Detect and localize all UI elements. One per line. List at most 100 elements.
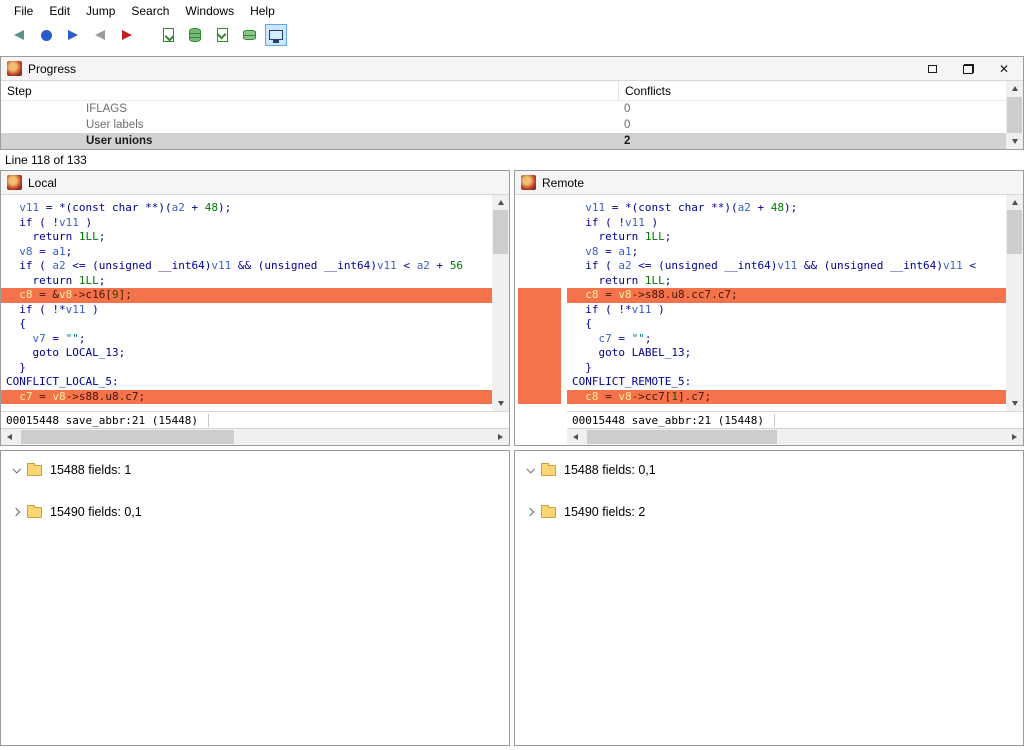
scroll-up-button[interactable] xyxy=(1006,195,1023,210)
code-line[interactable]: CONFLICT_REMOTE_5: xyxy=(567,375,1006,390)
menu-windows[interactable]: Windows xyxy=(177,1,242,21)
local-vertical-scrollbar[interactable] xyxy=(492,195,509,411)
close-button[interactable]: ✕ xyxy=(997,62,1011,76)
nav-back-icon xyxy=(14,30,24,40)
remote-fields-tree: 15488 fields: 0,1 15490 fields: 2 xyxy=(514,450,1024,746)
code-line[interactable]: v8 = a1; xyxy=(1,245,492,260)
remote-vertical-scrollbar[interactable] xyxy=(1006,195,1023,411)
scrollbar-thumb[interactable] xyxy=(587,430,777,444)
code-line[interactable]: c7 = ""; xyxy=(567,332,1006,347)
remote-code-view[interactable]: v11 = *(const char **)(a2 + 48); if ( !v… xyxy=(567,195,1006,411)
scrollbar-track[interactable] xyxy=(584,429,1006,445)
code-line[interactable]: { xyxy=(1,317,492,332)
scroll-right-button[interactable] xyxy=(492,429,509,445)
local-horizontal-scrollbar[interactable] xyxy=(1,428,509,445)
nav-current-icon xyxy=(41,30,52,41)
progress-row[interactable]: User labels0 xyxy=(1,117,1006,133)
conflict-line[interactable]: c8 = v8->s88.u8.cc7.c7; xyxy=(567,288,1006,303)
conflict-line[interactable]: c7 = v8->s88.u8.c7; xyxy=(1,390,492,405)
scroll-right-button[interactable] xyxy=(1006,429,1023,445)
code-line[interactable]: if ( !*v11 ) xyxy=(1,303,492,318)
code-line[interactable]: v8 = a1; xyxy=(567,245,1006,260)
scroll-left-button[interactable] xyxy=(1,429,18,445)
chevron-down-icon[interactable] xyxy=(526,465,534,473)
menu-search[interactable]: Search xyxy=(123,1,177,21)
maximize-icon xyxy=(928,65,937,73)
column-header-step[interactable]: Step xyxy=(1,84,618,98)
tree-item[interactable]: 15490 fields: 2 xyxy=(515,501,1023,523)
remote-horizontal-scrollbar[interactable] xyxy=(567,428,1023,445)
scrollbar-track[interactable] xyxy=(18,429,492,445)
code-line[interactable]: v11 = *(const char **)(a2 + 48); xyxy=(1,201,492,216)
history-forward-button[interactable] xyxy=(116,24,138,46)
database-pair-button[interactable] xyxy=(238,24,260,46)
column-header-conflicts[interactable]: Conflicts xyxy=(618,81,1006,100)
scroll-up-button[interactable] xyxy=(1006,81,1023,96)
menu-edit[interactable]: Edit xyxy=(41,1,78,21)
code-line[interactable]: goto LOCAL_13; xyxy=(1,346,492,361)
conflict-line[interactable]: c8 = v8->cc7[1].c7; xyxy=(567,390,1006,405)
doc-down-button[interactable] xyxy=(157,24,179,46)
scrollbar-track[interactable] xyxy=(1006,210,1023,396)
progress-row[interactable]: User unions2 xyxy=(1,133,1006,149)
scrollbar-thumb[interactable] xyxy=(1007,97,1022,133)
conflicts-cell: 0 xyxy=(618,119,1006,131)
conflict-line[interactable]: c8 = &v8->c16[9]; xyxy=(1,288,492,303)
progress-vertical-scrollbar[interactable] xyxy=(1006,81,1023,149)
code-line[interactable]: v11 = *(const char **)(a2 + 48); xyxy=(567,201,1006,216)
code-line[interactable]: if ( !*v11 ) xyxy=(567,303,1006,318)
history-back-button[interactable] xyxy=(89,24,111,46)
scroll-down-button[interactable] xyxy=(492,396,509,411)
nav-forward-button[interactable] xyxy=(62,24,84,46)
doc-up-button[interactable] xyxy=(211,24,233,46)
nav-back-button[interactable] xyxy=(8,24,30,46)
code-line[interactable]: } xyxy=(567,361,1006,376)
code-line[interactable]: return 1LL; xyxy=(1,230,492,245)
code-line[interactable]: return 1LL; xyxy=(1,274,492,289)
code-line[interactable]: CONFLICT_LOCAL_5: xyxy=(1,375,492,390)
code-line[interactable]: if ( a2 <= (unsigned __int64)v11 && (uns… xyxy=(567,259,1006,274)
scroll-up-button[interactable] xyxy=(492,195,509,210)
progress-row[interactable]: IFLAGS0 xyxy=(1,101,1006,117)
conflict-region-marker[interactable] xyxy=(518,288,561,404)
diff-area: Local v11 = *(const char **)(a2 + 48); i… xyxy=(0,170,1024,446)
tree-item[interactable]: 15488 fields: 1 xyxy=(1,459,509,481)
scrollbar-track[interactable] xyxy=(1006,96,1023,134)
menu-file[interactable]: File xyxy=(6,1,41,21)
history-back-icon xyxy=(95,30,105,40)
restore-icon xyxy=(963,64,974,74)
code-line[interactable]: return 1LL; xyxy=(567,274,1006,289)
code-line[interactable]: if ( a2 <= (unsigned __int64)v11 && (uns… xyxy=(1,259,492,274)
code-line[interactable]: if ( !v11 ) xyxy=(567,216,1006,231)
code-line[interactable]: goto LABEL_13; xyxy=(567,346,1006,361)
scroll-down-button[interactable] xyxy=(1006,134,1023,149)
maximize-button[interactable] xyxy=(925,62,939,76)
progress-table: Step Conflicts IFLAGS0User labels0User u… xyxy=(1,81,1023,149)
messages-window-button[interactable] xyxy=(265,24,287,46)
tree-item[interactable]: 15490 fields: 0,1 xyxy=(1,501,509,523)
menu-jump[interactable]: Jump xyxy=(78,1,123,21)
code-line[interactable]: if ( !v11 ) xyxy=(1,216,492,231)
triangle-up-icon xyxy=(498,200,504,205)
scrollbar-track[interactable] xyxy=(492,210,509,396)
code-line[interactable]: } xyxy=(1,361,492,376)
tree-item[interactable]: 15488 fields: 0,1 xyxy=(515,459,1023,481)
scrollbar-thumb[interactable] xyxy=(493,210,508,254)
scroll-left-button[interactable] xyxy=(567,429,584,445)
chevron-right-icon[interactable] xyxy=(526,508,534,516)
triangle-left-icon xyxy=(573,434,578,440)
scrollbar-thumb[interactable] xyxy=(1007,210,1022,254)
code-line[interactable]: v7 = ""; xyxy=(1,332,492,347)
nav-current-button[interactable] xyxy=(35,24,57,46)
code-line[interactable]: return 1LL; xyxy=(567,230,1006,245)
scroll-down-button[interactable] xyxy=(1006,396,1023,411)
local-code-view[interactable]: v11 = *(const char **)(a2 + 48); if ( !v… xyxy=(1,195,492,411)
tree-item-label: 15488 fields: 1 xyxy=(50,463,131,477)
chevron-down-icon[interactable] xyxy=(12,465,20,473)
restore-button[interactable] xyxy=(961,62,975,76)
scrollbar-thumb[interactable] xyxy=(21,430,234,444)
code-line[interactable]: { xyxy=(567,317,1006,332)
chevron-right-icon[interactable] xyxy=(12,508,20,516)
menu-help[interactable]: Help xyxy=(242,1,283,21)
database-button[interactable] xyxy=(184,24,206,46)
